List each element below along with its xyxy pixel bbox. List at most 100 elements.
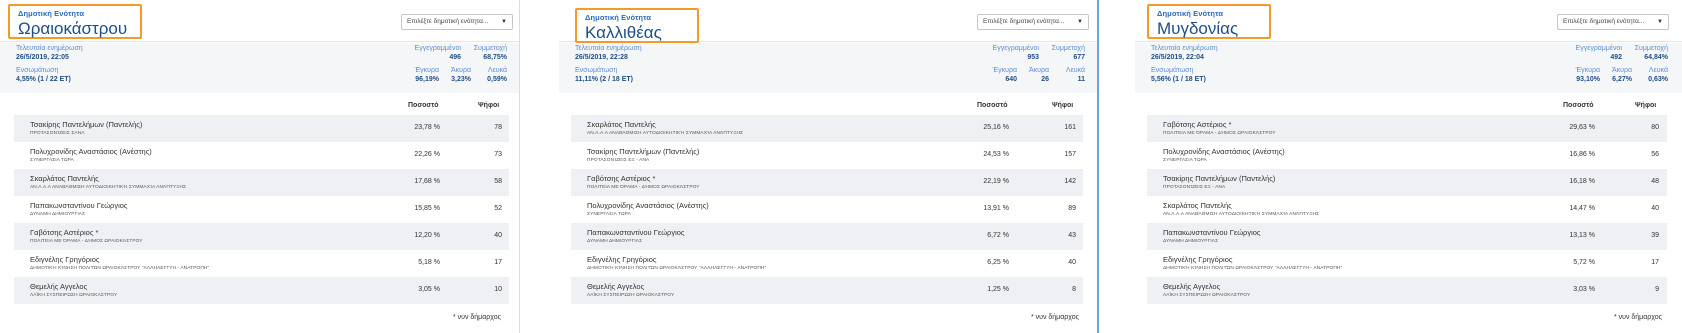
candidate-votes: 52 (494, 205, 502, 212)
blank-label: Λευκά (487, 67, 507, 74)
column-header-percent: Ποσοστό (408, 102, 439, 109)
candidate-party: Προτασονίζεις ΕΞ - ΑΝΑ (1163, 185, 1226, 190)
candidate-name: Εδιγνέλης Γρηγόριος (1163, 255, 1233, 264)
candidate-votes: 17 (494, 259, 502, 266)
counted-label: Ενσωμάτωση (1151, 67, 1194, 74)
registered-label: Εγγεγραμμένοι (1575, 45, 1622, 52)
candidate-votes: 58 (494, 178, 502, 185)
candidate-row: Γαβότσης Αστέριος * ΠΟΛΙΤΕΙΑ με όραμα - Δ… (1147, 115, 1667, 142)
last-update-value: 26/5/2019, 22:05 (16, 54, 69, 61)
candidate-party: ΣΥΝΕΡΓΑΣΙΑ ΤΩΡΑ (30, 158, 74, 163)
candidate-votes: 80 (1651, 124, 1659, 131)
column-header-votes: Ψήφοι (1052, 102, 1074, 109)
candidate-name: Σκαρλάτος Παντελής (30, 174, 99, 183)
candidate-name: Σκαρλάτος Παντελής (587, 120, 656, 129)
candidate-percent: 17,68 % (414, 178, 440, 185)
candidate-party: Αν.α.α.α Αναβάθμιση Αυτοδιοικητική Συμμα… (1163, 212, 1320, 217)
registered-value: 496 (449, 54, 461, 61)
invalid-label: Άκυρα (1028, 67, 1049, 74)
candidate-percent: 13,91 % (983, 205, 1009, 212)
summary-box: Τελευταία ενημέρωση 26/5/2019, 22:28 Ενσωμ… (559, 43, 1097, 93)
turnout-label: Συμμετοχή (1634, 45, 1668, 52)
registered-label: Εγγεγραμμένοι (992, 45, 1039, 52)
candidate-percent: 29,63 % (1569, 124, 1595, 131)
municipality-title: Καλλιθέας (585, 23, 662, 42)
candidate-party: Δημοτική Κίνηση Πολιτών Ωραιοκάστρου "ΑΛ… (587, 266, 767, 271)
counted-value: 4,55% (1 / 22 ΕΤ) (16, 76, 71, 83)
unit-select-value: Επιλέξτε δημοτική ενότητα... (983, 18, 1065, 25)
candidate-row: Πολυχρονίδης Αναστάσιος (Ανέστης) ΣΥΝΕΡΓΑ… (571, 196, 1083, 223)
candidate-name: Θεμελής Αγγελος (587, 282, 645, 291)
candidate-party: ΔΥΝΑΜΗ ΔΗΜΙΟΥΡΓΙΑΣ (587, 239, 643, 244)
panel-divider (519, 0, 520, 333)
candidate-name: Γαβότσης Αστέριος * (587, 174, 656, 183)
candidate-party: ΔΥΝΑΜΗ ΔΗΜΙΟΥΡΓΙΑΣ (1163, 239, 1219, 244)
candidate-party: ΛΑΪΚΗ ΣΥΣΠΕΙΡΩΣΗ ΩΡΑΙΟΚΑΣΤΡΟΥ (30, 293, 118, 298)
valid-label: Έγκυρα (414, 67, 439, 74)
candidate-percent: 16,18 % (1569, 178, 1595, 185)
candidate-party: ΠΟΛΙΤΕΙΑ με όραμα - Δήμος Ωραιοκάστρου (30, 239, 143, 244)
candidate-name: Πολυχρονίδης Αναστάσιος (Ανέστης) (30, 147, 152, 156)
candidate-name: Παπακωνσταντίνου Γεώργιος (1163, 228, 1261, 237)
candidate-votes: 161 (1064, 124, 1076, 131)
candidate-row: Παπακωνσταντίνου Γεώργιος ΔΥΝΑΜΗ ΔΗΜΙΟΥΡΓ… (14, 196, 509, 223)
results-panel: Δημοτική Ενότητα Καλλιθέας Επιλέξτε δημοτι… (559, 0, 1097, 333)
candidate-row: Πολυχρονίδης Αναστάσιος (Ανέστης) ΣΥΝΕΡΓΑ… (1147, 142, 1667, 169)
candidate-name: Σκαρλάτος Παντελής (1163, 201, 1232, 210)
candidate-name: Γαβότσης Αστέριος * (1163, 120, 1232, 129)
candidate-row: Γαβότσης Αστέριος * ΠΟΛΙΤΕΙΑ με όραμα - Δ… (571, 169, 1083, 196)
last-update-label: Τελευταία ενημέρωση (575, 45, 642, 52)
unit-select-value: Επιλέξτε δημοτική ενότητα... (407, 18, 489, 25)
candidate-votes: 10 (494, 286, 502, 293)
candidate-party: ΔΥΝΑΜΗ ΔΗΜΙΟΥΡΓΙΑΣ (30, 212, 86, 217)
invalid-value: 6,27% (1612, 76, 1632, 83)
candidate-votes: 40 (1068, 259, 1076, 266)
candidate-party: ΣΥΝΕΡΓΑΣΙΑ ΤΩΡΑ (587, 212, 631, 217)
candidate-row: Τσακίρης Παντελήμων (Παντελής) Προτασονίζ… (1147, 169, 1667, 196)
candidate-name: Εδιγνέλης Γρηγόριος (30, 255, 100, 264)
results-panel: Δημοτική Ενότητα Μυγδονίας Επιλέξτε δημοτι… (1135, 0, 1682, 333)
candidate-row: Παπακωνσταντίνου Γεώργιος ΔΥΝΑΜΗ ΔΗΜΙΟΥΡΓ… (571, 223, 1083, 250)
candidate-votes: 40 (494, 232, 502, 239)
candidate-row: Τσακίρης Παντελήμων (Παντελής) Προτασονίζ… (571, 142, 1083, 169)
municipality-highlight: Δημοτική Ενότητα Ωραιοκάστρου (8, 4, 142, 39)
summary-box: Τελευταία ενημέρωση 26/5/2019, 22:05 Ενσωμ… (0, 43, 519, 93)
column-header-percent: Ποσοστό (977, 102, 1008, 109)
panel-header: Δημοτική Ενότητα Ωραιοκάστρου Επιλέξτε δημ… (0, 0, 519, 42)
valid-value: 96,19% (415, 76, 439, 83)
candidate-percent: 3,05 % (418, 286, 440, 293)
invalid-value: 3,23% (451, 76, 471, 83)
candidate-row: Θεμελής Αγγελος ΛΑΪΚΗ ΣΥΣΠΕΙΡΩΣΗ ΩΡΑΙΟΚΑΣ… (571, 277, 1083, 304)
candidate-party: ΣΥΝΕΡΓΑΣΙΑ ΤΩΡΑ (1163, 158, 1207, 163)
candidate-row: Θεμελής Αγγελος ΛΑΪΚΗ ΣΥΣΠΕΙΡΩΣΗ ΩΡΑΙΟΚΑΣ… (14, 277, 509, 304)
unit-select[interactable]: Επιλέξτε δημοτική ενότητα... ▼ (1557, 14, 1669, 30)
candidate-name: Παπακωνσταντίνου Γεώργιος (587, 228, 685, 237)
unit-select[interactable]: Επιλέξτε δημοτική ενότητα... ▼ (401, 14, 513, 30)
candidate-percent: 6,72 % (987, 232, 1009, 239)
column-header-percent: Ποσοστό (1563, 102, 1594, 109)
candidate-party: Προτασονίζεις ΣΑΝΑ (30, 131, 85, 136)
candidate-party: ΛΑΪΚΗ ΣΥΣΠΕΙΡΩΣΗ ΩΡΑΙΟΚΑΣΤΡΟΥ (587, 293, 675, 298)
column-header-votes: Ψήφοι (1635, 102, 1657, 109)
candidate-row: Εδιγνέλης Γρηγόριος Δημοτική Κίνηση Πολιτ… (14, 250, 509, 277)
unit-select[interactable]: Επιλέξτε δημοτική ενότητα... ▼ (977, 14, 1089, 30)
candidate-votes: 157 (1064, 151, 1076, 158)
last-update-label: Τελευταία ενημέρωση (1151, 45, 1218, 52)
candidate-party: Αν.α.α.α Αναβάθμιση Αυτοδιοικητική Συμμα… (587, 131, 744, 136)
blank-label: Λευκά (1648, 67, 1668, 74)
valid-value: 93,10% (1576, 76, 1600, 83)
candidate-row: Σκαρλάτος Παντελής Αν.α.α.α Αναβάθμιση Αυ… (14, 169, 509, 196)
last-update-value: 26/5/2019, 22:28 (575, 54, 628, 61)
candidate-name: Πολυχρονίδης Αναστάσιος (Ανέστης) (1163, 147, 1285, 156)
candidate-percent: 5,18 % (418, 259, 440, 266)
candidate-votes: 43 (1068, 232, 1076, 239)
valid-label: Έγκυρα (992, 67, 1017, 74)
caret-down-icon: ▼ (1077, 19, 1083, 25)
blank-label: Λευκά (1065, 67, 1085, 74)
candidate-percent: 3,03 % (1573, 286, 1595, 293)
candidate-percent: 22,19 % (983, 178, 1009, 185)
turnout-label: Συμμετοχή (1051, 45, 1085, 52)
candidate-party: Προτασονίζεις ΕΞ - ΑΝΑ (587, 158, 650, 163)
candidate-row: Πολυχρονίδης Αναστάσιος (Ανέστης) ΣΥΝΕΡΓΑ… (14, 142, 509, 169)
candidate-percent: 6,25 % (987, 259, 1009, 266)
